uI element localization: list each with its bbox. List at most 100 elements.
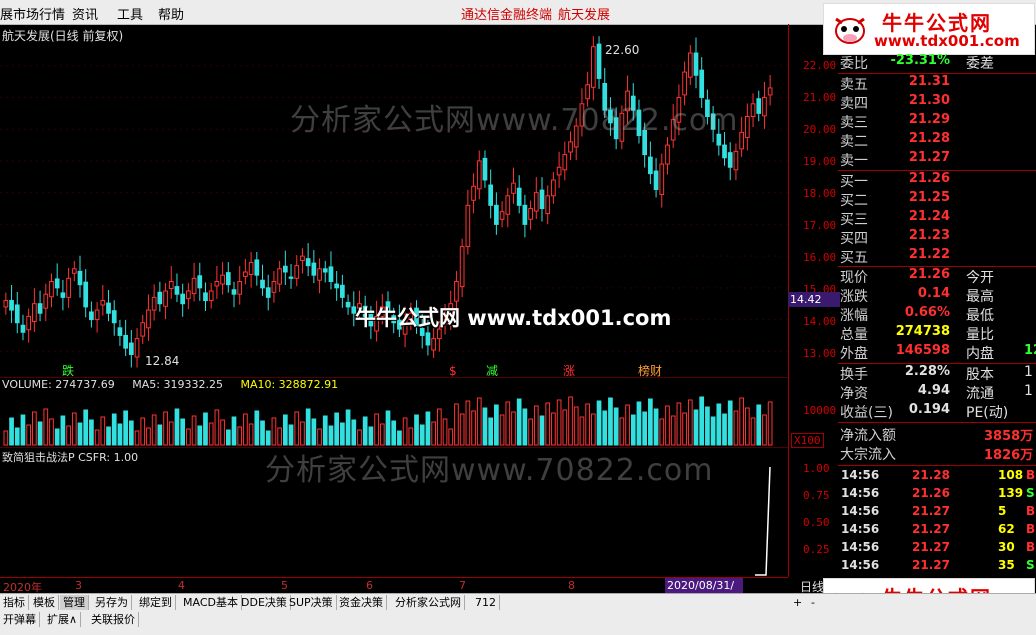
volume-bar — [522, 408, 528, 446]
tick-row[interactable]: 14:56 21.27 62 B — [838, 522, 1036, 540]
bid-label: 买二 — [840, 193, 868, 209]
candle-body — [762, 96, 767, 117]
candle-body — [288, 276, 294, 279]
volume-bar — [26, 424, 32, 446]
candle-body — [476, 160, 482, 190]
volume-bar — [288, 424, 294, 446]
bid-row[interactable]: 买五 21.22 — [838, 247, 1036, 266]
candle-body — [146, 309, 151, 329]
volume-value: VOLUME: 274737.69 — [2, 378, 115, 391]
quote-extra: 12 — [1024, 343, 1036, 358]
bid-row[interactable]: 买一 21.26 — [838, 171, 1036, 190]
volume-bar — [220, 419, 225, 446]
tab-macd[interactable]: MACD基本 — [180, 595, 242, 610]
ask-row[interactable]: 卖一 21.27 — [838, 150, 1036, 169]
tick-row[interactable]: 14:56 21.27 5 B — [838, 504, 1036, 522]
ma10-value: MA10: 328872.91 — [240, 378, 339, 391]
candle-body — [665, 144, 670, 165]
tick-row[interactable]: 14:56 21.26 139 S — [838, 486, 1036, 504]
flow-value: 3858万 — [984, 429, 1034, 444]
menu-tools[interactable]: 工具 — [117, 4, 143, 23]
candle-body — [60, 292, 66, 298]
stat-label2: 股本 — [966, 367, 994, 383]
candle-body — [733, 150, 739, 171]
stat-value: 4.94 — [917, 383, 950, 398]
bid-price: 21.26 — [908, 171, 950, 186]
candle-body — [134, 338, 140, 358]
volume-bar — [203, 412, 208, 446]
candle-body — [505, 195, 511, 215]
volume-bar — [225, 429, 231, 446]
related-quote-button[interactable]: 关联报价 — [88, 612, 139, 627]
volume-bar — [659, 418, 665, 446]
marker-dollar[interactable]: $ — [449, 364, 457, 378]
flow-value: 1826万 — [984, 448, 1034, 463]
volume-bar — [89, 419, 94, 446]
candle-body — [49, 281, 54, 298]
volume-bar — [471, 410, 476, 446]
menu-help[interactable]: 帮助 — [158, 4, 184, 23]
tab-fenxijia[interactable]: 分析家公式网 — [392, 595, 465, 610]
price-tick: 16.00 — [803, 251, 837, 264]
volume-bar — [214, 409, 220, 446]
date-axis: 2020年 3 4 5 6 7 8 2020/08/31/一 — [0, 577, 788, 607]
tick-volume: 5 — [998, 504, 1007, 518]
volume-tick: 10000 — [803, 404, 837, 417]
ask-row[interactable]: 卖二 21.28 — [838, 131, 1036, 150]
quote-label2: 量比 — [966, 327, 994, 343]
tick-row[interactable]: 14:56 21.27 30 B — [838, 540, 1036, 558]
candle-body — [516, 187, 522, 206]
tab-manage[interactable]: 管理 — [60, 595, 89, 610]
quote-label2: 最低 — [966, 308, 994, 324]
volume-bar — [208, 422, 214, 446]
tab-sup[interactable]: SUP决策 — [286, 595, 337, 610]
tab-bind-to[interactable]: 绑定到 — [136, 595, 176, 610]
ask-price: 21.29 — [908, 112, 950, 127]
indicator-legend: 致简狙击战法P CSFR: 1.00 — [2, 451, 139, 464]
tick-direction: S — [1026, 558, 1035, 572]
tick-direction: S — [1026, 486, 1035, 500]
volume-bar — [670, 415, 676, 446]
indicator-tick: 0.50 — [803, 516, 830, 529]
tab-dde[interactable]: DDE决策 — [238, 595, 291, 610]
candle-body — [220, 274, 225, 285]
price-tick: 20.00 — [803, 123, 837, 136]
tab-save-as[interactable]: 另存为 — [92, 595, 132, 610]
menu-market[interactable]: 展市场行情 — [0, 4, 65, 23]
ask-row[interactable]: 卖三 21.29 — [838, 112, 1036, 131]
ask-row[interactable]: 卖五 21.31 — [838, 74, 1036, 93]
zoom-in-button[interactable]: + — [790, 595, 805, 610]
ask-row[interactable]: 卖四 21.30 — [838, 93, 1036, 112]
barrage-button[interactable]: 开弹幕 — [0, 612, 40, 627]
tick-direction: B — [1026, 540, 1036, 554]
volume-bar — [716, 403, 722, 446]
volume-bar — [465, 400, 471, 446]
bid-row[interactable]: 买三 21.24 — [838, 209, 1036, 228]
volume-bar — [322, 415, 328, 446]
tab-712[interactable]: 712 — [472, 595, 500, 610]
volume-bar — [49, 418, 54, 446]
volume-bar — [43, 408, 49, 446]
tab-indicator[interactable]: 指标 — [0, 595, 29, 610]
indicator-tab-bar: 指标 模板 管理 另存为 绑定到 MACD基本 DDE决策 SUP决策 资金决策… — [0, 593, 1036, 612]
volume-axis: 10000 X100 — [788, 377, 839, 448]
bid-row[interactable]: 买四 21.23 — [838, 228, 1036, 247]
tab-capital[interactable]: 资金决策 — [336, 595, 387, 610]
menu-news[interactable]: 资讯 — [72, 4, 98, 23]
volume-bar — [750, 417, 756, 446]
candle-body — [659, 163, 665, 196]
candle-body — [739, 131, 744, 150]
tick-row[interactable]: 14:56 21.27 35 S — [838, 558, 1036, 576]
bid-row[interactable]: 买二 21.25 — [838, 190, 1036, 209]
volume-bar — [767, 401, 773, 446]
expand-button[interactable]: 扩展∧ — [44, 612, 82, 627]
tab-template[interactable]: 模板 — [30, 595, 59, 610]
volume-bar — [163, 411, 168, 446]
stat-value: 0.194 — [908, 402, 950, 417]
zoom-out-button[interactable]: - — [808, 595, 818, 610]
volume-bar — [111, 413, 117, 446]
quote-label2: 最高 — [966, 289, 994, 305]
tick-row[interactable]: 14:56 21.28 108 B — [838, 468, 1036, 486]
ratio-diff-label: 委差 — [966, 56, 994, 72]
tick-time: 14:56 — [841, 468, 880, 482]
